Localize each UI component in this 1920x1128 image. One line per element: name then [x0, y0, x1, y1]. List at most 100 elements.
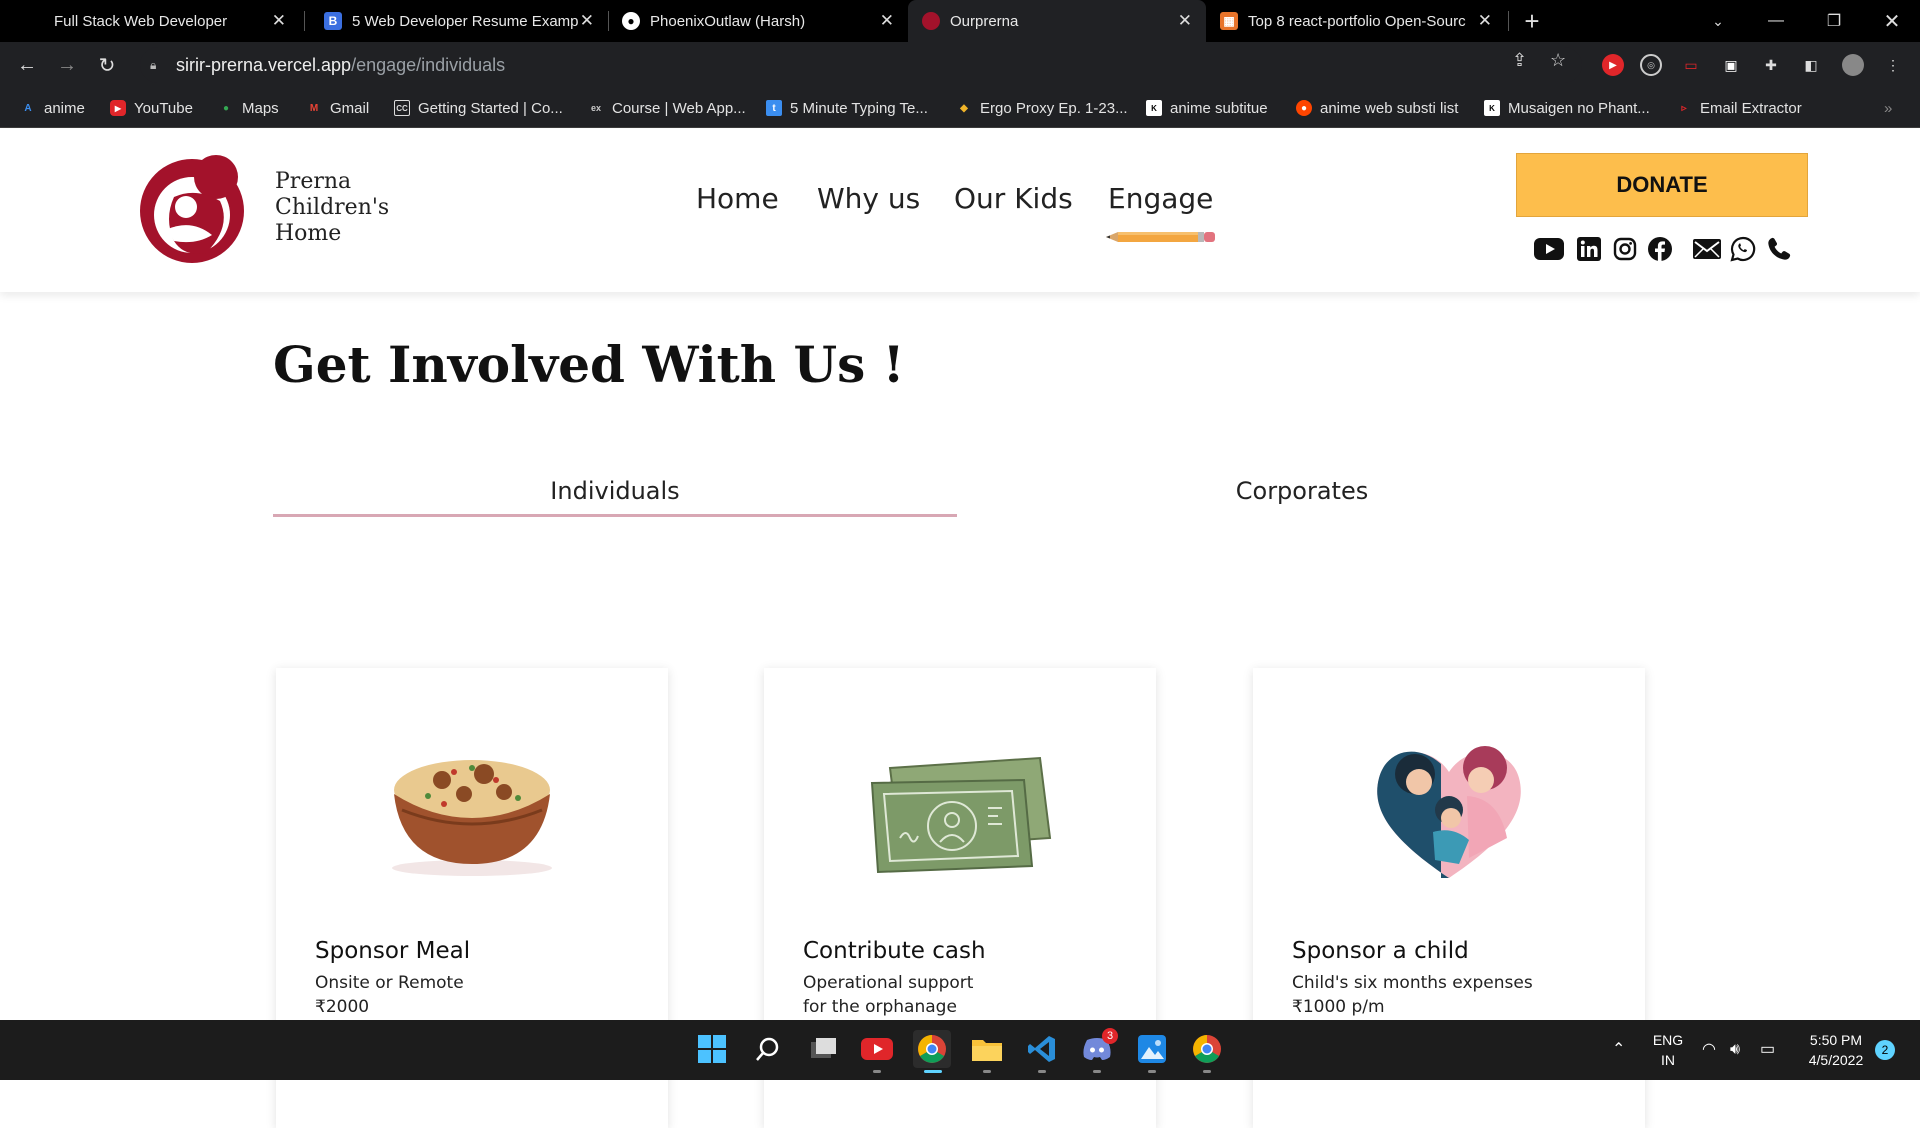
youtube-icon[interactable]	[1534, 234, 1564, 264]
chevron-up-icon[interactable]: ⌃	[1612, 1040, 1625, 1060]
family-heart-icon	[1377, 746, 1521, 878]
profile-avatar[interactable]	[1842, 54, 1864, 76]
nav-home[interactable]: Home	[696, 182, 779, 215]
bookmark-item[interactable]: ▶ YouTube	[110, 88, 193, 128]
facebook-icon[interactable]	[1645, 234, 1675, 264]
mail-icon[interactable]	[1692, 234, 1722, 264]
youtube-app-icon[interactable]	[858, 1030, 896, 1068]
anime-icon: A	[24, 102, 32, 114]
card-subtitle: Operational support for the orphanage	[803, 973, 974, 1017]
bookmark-item[interactable]: CC Getting Started | Co...	[394, 88, 563, 128]
prerna-icon	[922, 12, 940, 30]
minimize-icon[interactable]: —	[1748, 0, 1804, 42]
close-icon[interactable]: ✕	[272, 11, 286, 31]
bookmark-item[interactable]: K Musaigen no Phant...	[1484, 88, 1650, 128]
discord-icon[interactable]: 3	[1078, 1028, 1118, 1068]
back-icon[interactable]: ←	[14, 52, 40, 78]
volume-icon[interactable]: 🔊︎	[1730, 1040, 1740, 1060]
donate-button[interactable]: DONATE	[1516, 153, 1808, 217]
tab-title: Ourprerna	[950, 12, 1019, 30]
phone-icon[interactable]	[1764, 234, 1794, 264]
close-window-icon[interactable]: ✕	[1864, 0, 1920, 42]
tab-divider	[304, 11, 305, 31]
photos-icon[interactable]	[1133, 1030, 1171, 1068]
running-indicator	[873, 1070, 881, 1073]
bookmark-item[interactable]: ex Course | Web App...	[588, 88, 746, 128]
close-icon[interactable]: ✕	[1478, 11, 1492, 31]
clock[interactable]: 5:50 PM 4/5/2022	[1796, 1030, 1876, 1070]
search-icon[interactable]	[749, 1030, 787, 1068]
bookmark-item[interactable]: t5 Minute Typing Te...	[766, 88, 928, 128]
bookmark-item[interactable]: ● anime web substi list	[1296, 88, 1458, 128]
bookmark-item[interactable]: M Gmail	[306, 88, 369, 128]
close-icon[interactable]: ✕	[580, 11, 594, 31]
nav-why-us[interactable]: Why us	[817, 182, 920, 215]
windows-start-icon[interactable]	[693, 1030, 731, 1068]
extension-cast-icon[interactable]: ▭	[1680, 54, 1702, 76]
notification-badge: 3	[1102, 1028, 1118, 1044]
wifi-icon[interactable]: ◠	[1702, 1040, 1716, 1060]
forward-icon[interactable]: →	[54, 52, 80, 78]
cash-icon	[870, 756, 1052, 874]
prerna-logo[interactable]	[134, 149, 250, 269]
bookmark-item[interactable]: ▹ Email Extractor	[1676, 88, 1801, 128]
close-icon[interactable]: ✕	[880, 11, 894, 31]
brand-name[interactable]: Prerna Children's Home	[275, 169, 389, 247]
extensions-puzzle-icon[interactable]: ✚	[1760, 54, 1782, 76]
share-icon[interactable]: ⇪	[1512, 50, 1527, 71]
reddit-icon: ●	[1296, 100, 1312, 116]
task-view-icon[interactable]	[804, 1030, 842, 1068]
running-indicator	[1203, 1070, 1211, 1073]
nav-our-kids[interactable]: Our Kids	[954, 182, 1073, 215]
running-indicator	[1038, 1070, 1046, 1073]
chrome-secondary-icon[interactable]	[1188, 1030, 1226, 1068]
chrome-icon[interactable]	[913, 1030, 951, 1068]
bookmark-item[interactable]: ◆ Ergo Proxy Ep. 1-23...	[956, 88, 1127, 128]
grid-icon: ▦	[1220, 12, 1238, 30]
running-indicator	[1093, 1070, 1101, 1073]
file-explorer-icon[interactable]	[968, 1030, 1006, 1068]
instagram-icon[interactable]	[1610, 234, 1640, 264]
tab-title: 5 Web Developer Resume Examp	[352, 12, 579, 30]
typing-icon: t	[766, 100, 782, 116]
subtitle-icon: K	[1146, 100, 1162, 116]
tab-title: Top 8 react-portfolio Open-Sourc	[1248, 12, 1466, 30]
linkedin-icon[interactable]	[1574, 234, 1604, 264]
extension-target-icon[interactable]: ◎	[1640, 54, 1662, 76]
address-bar[interactable]: 🔒︎ sirir-prerna.vercel.app/engage/indivi…	[140, 47, 1582, 83]
bookmarks-bar: Aanime ▶ YouTube ● Maps M Gmail CC Getting S…	[0, 88, 1920, 128]
maps-pin-icon: ●	[222, 102, 230, 114]
browser-tab[interactable]: ▦ Top 8 react-portfolio Open-Sourc ✕	[1208, 0, 1506, 42]
nav-engage[interactable]: Engage	[1108, 182, 1213, 215]
extension-play-icon[interactable]: ▶	[1602, 54, 1624, 76]
bookmark-item[interactable]: Aanime	[20, 88, 84, 128]
browser-tab[interactable]: ● PhoenixOutlaw (Harsh) ✕	[612, 0, 908, 42]
notification-count-badge[interactable]: 2	[1875, 1040, 1895, 1060]
running-indicator	[1148, 1070, 1156, 1073]
tab-divider	[608, 11, 609, 31]
browser-tab-active[interactable]: Ourprerna ✕	[908, 0, 1206, 42]
battery-icon[interactable]: ▭	[1760, 1040, 1775, 1060]
star-icon[interactable]: ☆	[1550, 50, 1566, 71]
vscode-icon[interactable]	[1023, 1030, 1061, 1068]
whatsapp-icon[interactable]	[1728, 234, 1758, 264]
menu-kebab-icon[interactable]: ⋮	[1882, 54, 1904, 76]
tab-corporates[interactable]: Corporates	[957, 477, 1647, 505]
more-bookmarks-icon[interactable]: »	[1884, 88, 1892, 128]
tab-individuals[interactable]: Individuals	[273, 477, 957, 505]
reload-icon[interactable]: ↻	[94, 52, 120, 78]
chevron-down-icon[interactable]: ⌄	[1690, 0, 1746, 42]
restore-icon[interactable]: ❐	[1806, 0, 1862, 42]
active-indicator	[924, 1070, 942, 1073]
language-indicator[interactable]: ENG IN	[1650, 1030, 1686, 1070]
card-subtitle: Onsite or Remote ₹2000	[315, 973, 464, 1017]
browser-tab[interactable]: Full Stack Web Developer ✕	[0, 0, 300, 42]
browser-tab[interactable]: B 5 Web Developer Resume Examp ✕	[310, 0, 608, 42]
extension-media-icon[interactable]: ▣	[1720, 54, 1742, 76]
bookmark-item[interactable]: Kanime subtitue	[1146, 88, 1268, 128]
bookmark-item[interactable]: ● Maps	[218, 88, 279, 128]
new-tab-plus-icon[interactable]: +	[1504, 0, 1560, 42]
close-icon[interactable]: ✕	[1178, 11, 1192, 31]
side-panel-icon[interactable]: ◧	[1800, 54, 1822, 76]
cat-icon: ◆	[960, 102, 968, 114]
